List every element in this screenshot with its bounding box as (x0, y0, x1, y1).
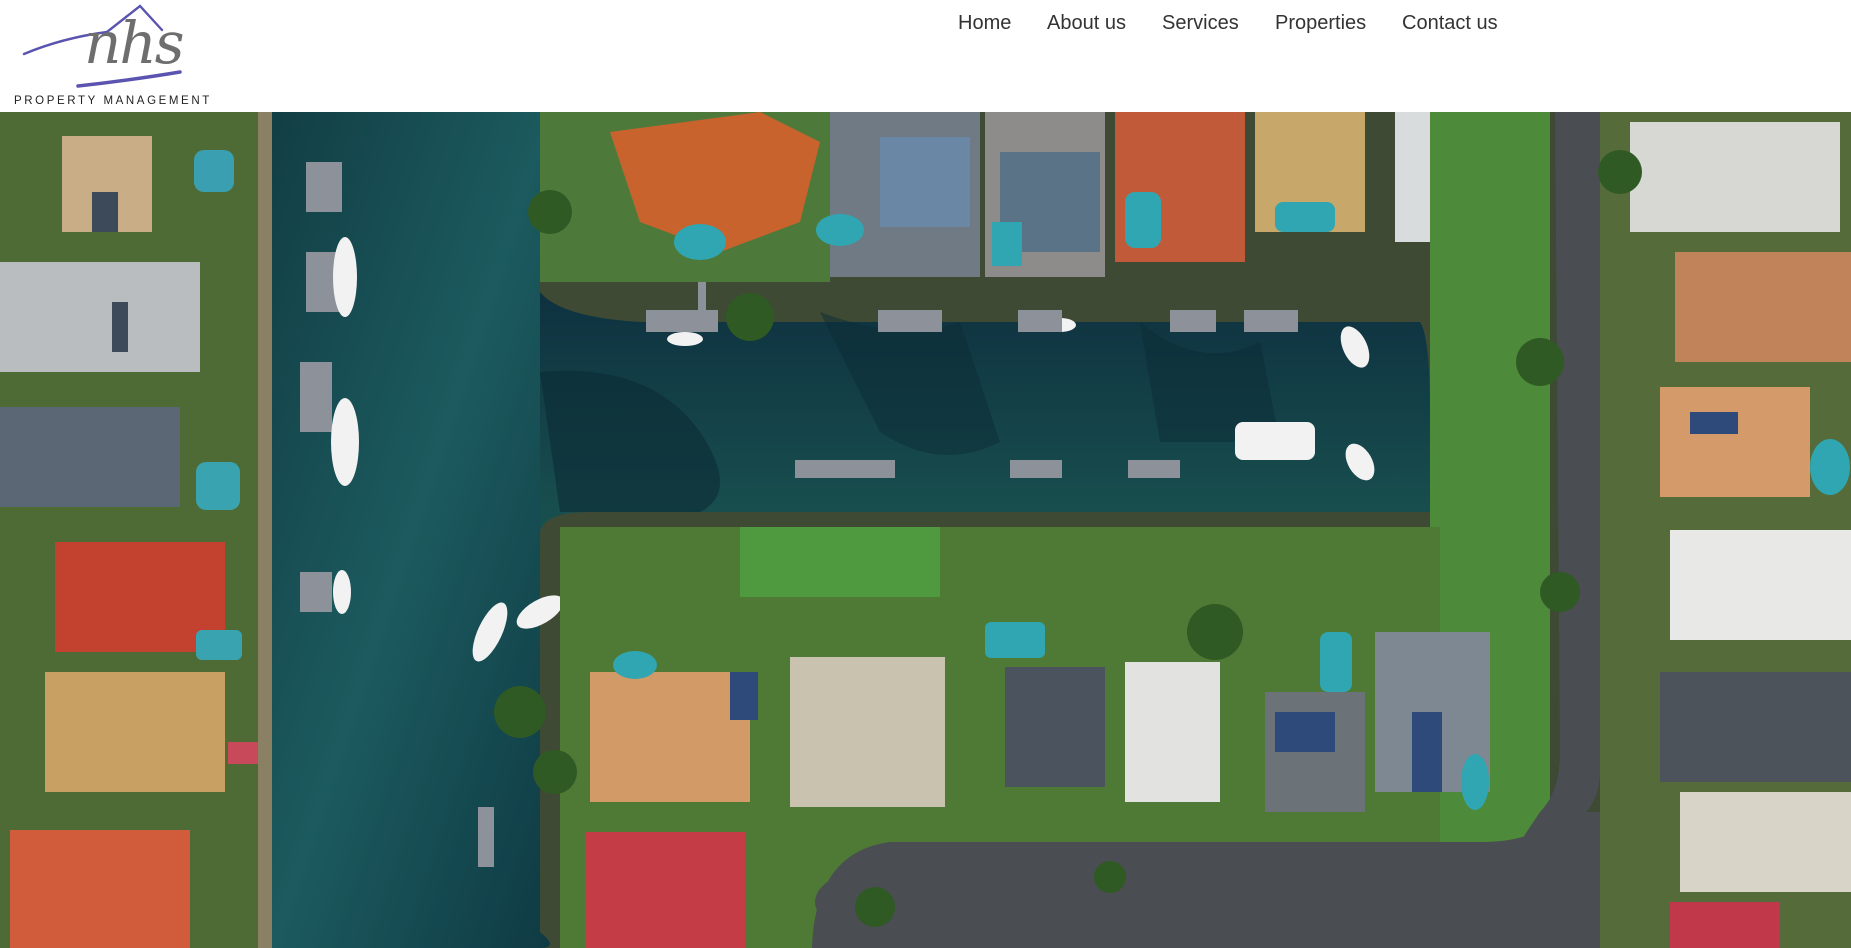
site-header: nhs PROPERTY MANAGEMENT Home About us Se… (0, 0, 1851, 112)
site-logo[interactable]: nhs PROPERTY MANAGEMENT (12, 2, 209, 110)
nav-about-us[interactable]: About us (1047, 12, 1126, 35)
logo-mark: nhs (84, 9, 184, 77)
nav-contact-us[interactable]: Contact us (1402, 12, 1498, 35)
aerial-canal-photo (0, 112, 1851, 948)
nav-home[interactable]: Home (958, 12, 1011, 35)
nav-services[interactable]: Services (1162, 12, 1239, 35)
logo-subtitle: PROPERTY MANAGEMENT (14, 95, 212, 107)
nav-properties[interactable]: Properties (1275, 12, 1366, 35)
hero-image (0, 112, 1851, 948)
